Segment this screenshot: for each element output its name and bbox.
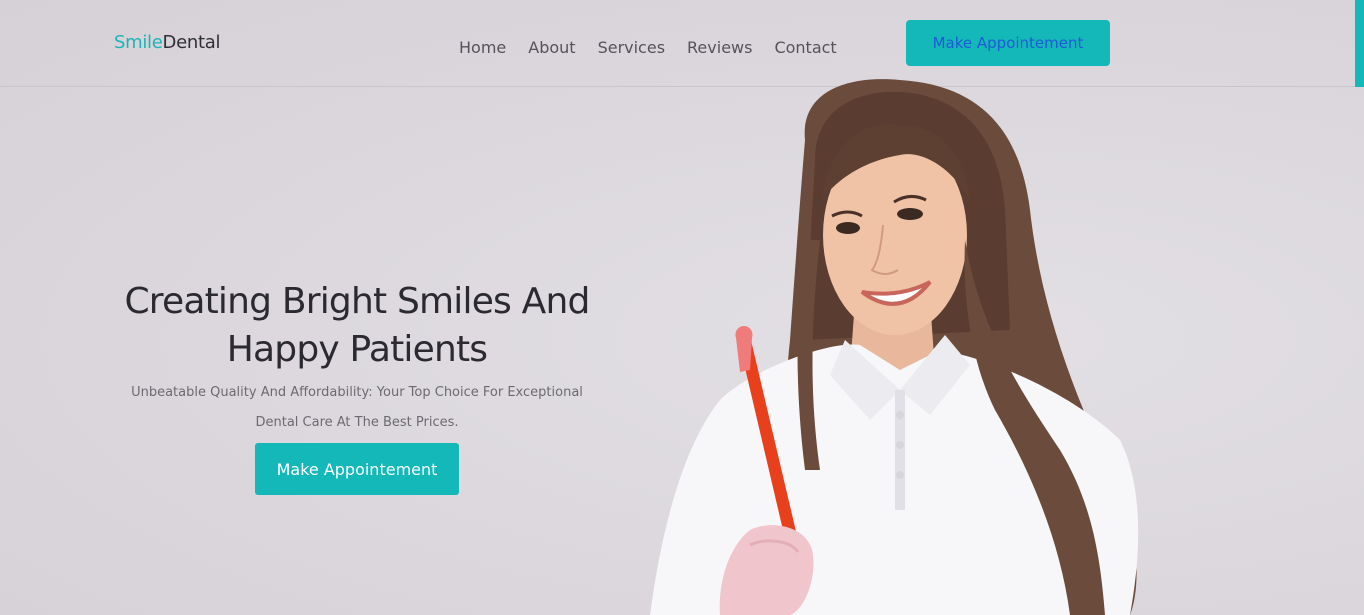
logo-dental-text: Dental <box>162 32 221 53</box>
main-nav: Home About Services Reviews Contact <box>459 38 837 57</box>
hero-woman-toothbrush-image <box>650 79 1139 615</box>
nav-services-link[interactable]: Services <box>598 38 665 57</box>
nav-reviews-link[interactable]: Reviews <box>687 38 752 57</box>
logo-smile-text: Smile <box>114 32 163 53</box>
hero-title: Creating Bright Smiles And Happy Patient… <box>124 281 590 370</box>
nav-contact-link[interactable]: Contact <box>774 38 836 57</box>
site-logo[interactable]: SmileDental <box>114 32 220 53</box>
nav-about-link[interactable]: About <box>528 38 575 57</box>
nav-home-link[interactable]: Home <box>459 38 506 57</box>
header-appointment-button[interactable]: Make Appointement <box>906 20 1110 66</box>
hero-subtitle: Unbeatable Quality And Affordability: Yo… <box>131 385 583 430</box>
scrollbar-thumb[interactable] <box>1355 0 1364 87</box>
hero-appointment-button[interactable]: Make Appointement <box>255 443 459 495</box>
